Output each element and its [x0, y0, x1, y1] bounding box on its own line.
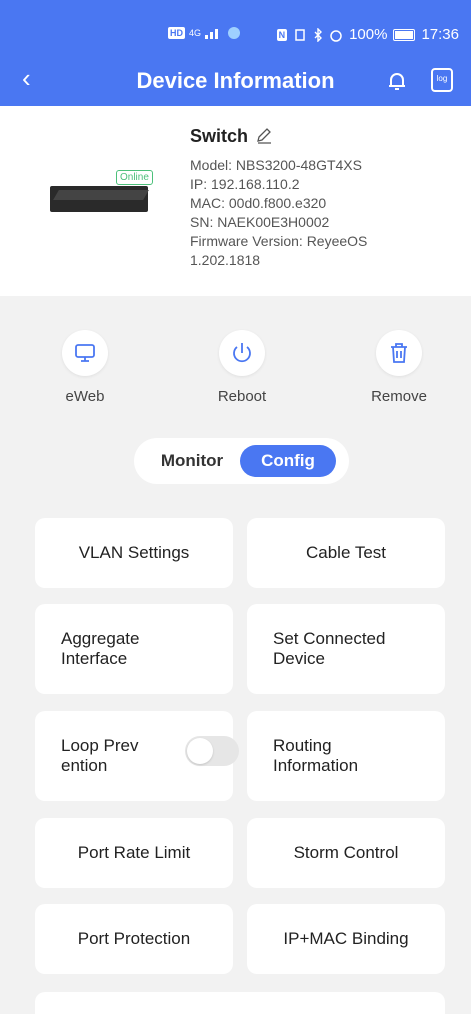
remove-circle[interactable] [376, 330, 422, 376]
card-label: IP+MAC Binding [283, 929, 409, 948]
port-protection-card[interactable]: Port Protection [35, 904, 233, 974]
eweb-circle[interactable] [62, 330, 108, 376]
card-label: Aggregate Interface [61, 629, 140, 668]
action-row: eWeb Reboot Remove [0, 330, 471, 410]
app-header: HD 4G N 100% 17:36 ‹ Device Information … [0, 0, 471, 106]
nfc-icon: N [276, 28, 288, 41]
eweb-label: eWeb [65, 388, 105, 405]
storm-control-card[interactable]: Storm Control [247, 818, 445, 888]
toggle-knob [187, 738, 213, 764]
device-image: Online [50, 170, 153, 214]
status-right: N 100% 17:36 [276, 26, 459, 43]
card-label: Port Protection [77, 929, 191, 948]
card-label: VLAN Settings [78, 543, 190, 562]
battery-icon [393, 28, 416, 41]
device-firmware-version: 1.202.1818 [190, 252, 261, 268]
device-name: Switch [190, 126, 249, 146]
log-button[interactable]: log [431, 68, 453, 92]
hd-chip: HD [168, 27, 185, 39]
routing-information-card[interactable]: Routing Information [247, 711, 445, 801]
device-ip: IP: 192.168.110.2 [190, 176, 300, 192]
device-details: Model: NBS3200-48GT4XS IP: 192.168.110.2… [190, 156, 460, 270]
card-label: Routing Information [273, 736, 359, 775]
monitor-icon [75, 344, 95, 362]
signal-icon [205, 29, 219, 39]
card-label: Set Connected Device [273, 629, 386, 668]
device-info-panel: Online Switch Model: NBS3200-48GT4XS IP:… [0, 106, 471, 296]
nav-bar: ‹ Device Information log [0, 55, 471, 105]
ip-mac-binding-card[interactable]: IP+MAC Binding [247, 904, 445, 974]
card-label: Port Rate Limit [77, 843, 191, 862]
device-mac: MAC: 00d0.f800.e320 [190, 195, 327, 211]
bluetooth-icon [314, 27, 323, 42]
tab-monitor[interactable]: Monitor [146, 445, 238, 477]
remove-button[interactable]: Remove [349, 330, 449, 405]
network-label: 4G [189, 28, 202, 38]
loop-prevention-toggle[interactable] [185, 736, 239, 766]
reboot-label: Reboot [217, 388, 267, 405]
monitor-config-toggle: Monitor Config [134, 438, 349, 484]
battery-percent: 100% [349, 26, 388, 43]
vibrate-icon [295, 28, 305, 41]
next-card-peek [35, 992, 445, 1014]
cable-test-card[interactable]: Cable Test [247, 518, 445, 588]
edit-icon[interactable] [255, 126, 273, 144]
clock: 17:36 [421, 26, 459, 43]
hotspot-icon [228, 27, 241, 39]
eweb-button[interactable]: eWeb [35, 330, 135, 405]
port-rate-limit-card[interactable]: Port Rate Limit [35, 818, 233, 888]
reboot-button[interactable]: Reboot [192, 330, 292, 405]
reboot-circle[interactable] [219, 330, 265, 376]
remove-label: Remove [371, 388, 427, 405]
bell-icon[interactable] [385, 69, 409, 93]
device-firmware: Firmware Version: ReyeeOS [190, 233, 368, 249]
online-badge: Online [116, 170, 153, 185]
card-label: Storm Control [293, 843, 399, 862]
vlan-settings-card[interactable]: VLAN Settings [35, 518, 233, 588]
alarm-icon [330, 29, 342, 42]
loop-prevention-card: Loop Prev ention [35, 711, 239, 801]
status-bar: HD 4G N 100% 17:36 [0, 22, 471, 48]
switch-picture [50, 186, 149, 212]
trash-icon [391, 343, 407, 363]
device-sn: SN: NAEK00E3H0002 [190, 214, 330, 230]
card-label: Cable Test [305, 543, 386, 562]
power-icon [233, 343, 251, 363]
switch-picture-top [53, 190, 149, 200]
status-left: HD 4G [168, 26, 241, 40]
aggregate-interface-card[interactable]: Aggregate Interface [35, 604, 233, 694]
device-model: Model: NBS3200-48GT4XS [190, 157, 362, 173]
tab-config[interactable]: Config [240, 445, 336, 477]
set-connected-device-card[interactable]: Set Connected Device [247, 604, 445, 694]
card-label: Loop Prev ention [61, 736, 139, 775]
